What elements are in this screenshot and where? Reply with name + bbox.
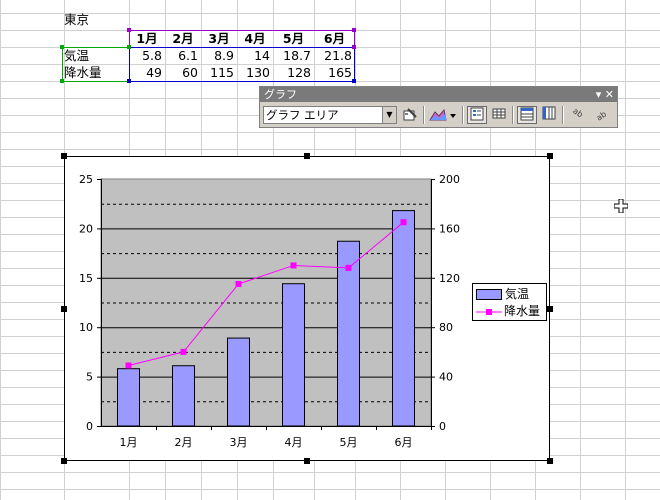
sheet-title-cell[interactable]: 東京 xyxy=(64,11,89,28)
value-cell[interactable]: 5.8 xyxy=(129,47,162,64)
move-cursor-icon xyxy=(614,199,628,213)
resize-handle[interactable] xyxy=(304,153,310,159)
x-tick-label: 2月 xyxy=(175,436,193,449)
resize-handle[interactable] xyxy=(304,458,310,464)
svg-text:ab: ab xyxy=(571,106,584,119)
resize-handle[interactable] xyxy=(547,153,553,159)
value-cell[interactable]: 128 xyxy=(273,64,311,81)
y-tick-label-left: 15 xyxy=(79,272,93,285)
legend-label: 降水量 xyxy=(504,304,541,318)
bar xyxy=(392,210,415,427)
dropdown-arrow-icon[interactable]: ▼ xyxy=(382,107,396,123)
x-tick-label: 3月 xyxy=(230,436,248,449)
value-cell[interactable]: 49 xyxy=(129,64,162,81)
value-cell[interactable]: 115 xyxy=(201,64,234,81)
y-tick-label-left: 0 xyxy=(86,420,93,433)
svg-text:ab: ab xyxy=(595,110,608,122)
angle-text-up-icon[interactable]: ab xyxy=(590,106,610,124)
month-header-cell[interactable]: 1月 xyxy=(129,30,165,47)
value-cell[interactable]: 21.8 xyxy=(314,47,352,64)
month-header-cell[interactable]: 2月 xyxy=(165,30,201,47)
line-marker xyxy=(125,362,132,369)
line-marker xyxy=(345,264,352,271)
y-tick-label-left: 10 xyxy=(79,321,93,334)
resize-handle[interactable] xyxy=(547,458,553,464)
value-cell[interactable]: 8.9 xyxy=(201,47,234,64)
y-tick-label-left: 25 xyxy=(79,173,93,186)
data-table-icon[interactable] xyxy=(489,106,509,124)
month-header-cell[interactable]: 4月 xyxy=(237,30,273,47)
y-tick-label-left: 20 xyxy=(79,222,93,235)
toolbar-title: グラフ xyxy=(264,88,297,101)
y-tick-label-right: 80 xyxy=(439,321,453,334)
value-cell[interactable]: 130 xyxy=(237,64,270,81)
line-marker xyxy=(180,348,187,355)
range-handle xyxy=(352,79,356,83)
line-marker xyxy=(290,262,297,269)
x-tick-label: 1月 xyxy=(120,436,138,449)
bar xyxy=(172,365,195,427)
legend-label: 気温 xyxy=(505,287,530,301)
x-tick-label: 6月 xyxy=(395,436,413,449)
by-column-icon[interactable] xyxy=(539,106,559,124)
value-cell[interactable]: 165 xyxy=(314,64,352,81)
toolbar-title-bar[interactable]: グラフ xyxy=(260,87,617,102)
chart-type-icon[interactable] xyxy=(428,106,458,124)
resize-handle[interactable] xyxy=(61,153,67,159)
y-tick-label-left: 5 xyxy=(86,371,93,384)
legend-line-swatch xyxy=(476,308,502,315)
resize-handle[interactable] xyxy=(547,306,553,312)
y-tick-label-right: 120 xyxy=(439,272,460,285)
legend-entry-bar: 気温 xyxy=(476,286,529,302)
by-row-icon[interactable] xyxy=(517,106,537,124)
resize-handle[interactable] xyxy=(61,306,67,312)
legend-bar-swatch xyxy=(476,289,502,300)
chart-toolbar[interactable]: グラフ ▾ ✕ グラフ エリア ▼ ab ab xyxy=(259,86,618,128)
bar xyxy=(117,368,140,427)
angle-text-down-icon[interactable]: ab xyxy=(567,106,587,124)
month-header-cell[interactable]: 5月 xyxy=(273,30,314,47)
value-cell[interactable]: 60 xyxy=(165,64,198,81)
legend-icon[interactable] xyxy=(467,106,487,124)
y-tick-label-right: 200 xyxy=(439,173,460,186)
row-label-cell[interactable]: 降水量 xyxy=(64,64,102,81)
value-cell[interactable]: 6.1 xyxy=(165,47,198,64)
row-label-cell[interactable]: 気温 xyxy=(64,47,89,64)
format-selected-icon[interactable] xyxy=(400,106,420,124)
value-cell[interactable]: 14 xyxy=(237,47,270,64)
x-tick-label: 5月 xyxy=(340,436,358,449)
embedded-chart[interactable]: 0 5 10 15 20 25 0 40 80 120 160 200 1月 2月 3月 4月 5月 6月 気温 … xyxy=(64,156,550,461)
month-header-cell[interactable]: 3月 xyxy=(201,30,237,47)
chart-object-select[interactable]: グラフ エリア ▼ xyxy=(263,106,397,124)
resize-handle[interactable] xyxy=(61,458,67,464)
value-cell[interactable]: 18.7 xyxy=(273,47,311,64)
chart-legend[interactable]: 気温 降水量 xyxy=(472,283,547,321)
legend-entry-line: 降水量 xyxy=(476,303,540,319)
bar xyxy=(227,337,250,427)
month-header-cell[interactable]: 6月 xyxy=(314,30,355,47)
toolbar-window-controls[interactable]: ▾ ✕ xyxy=(596,87,614,102)
x-tick-label: 4月 xyxy=(285,436,303,449)
y-tick-label-right: 160 xyxy=(439,222,460,235)
line-marker xyxy=(235,280,242,287)
line-marker xyxy=(400,219,407,226)
chart-object-value: グラフ エリア xyxy=(266,108,339,122)
y-tick-label-right: 40 xyxy=(439,371,453,384)
bar xyxy=(282,283,305,427)
y-tick-label-right: 0 xyxy=(439,420,446,433)
